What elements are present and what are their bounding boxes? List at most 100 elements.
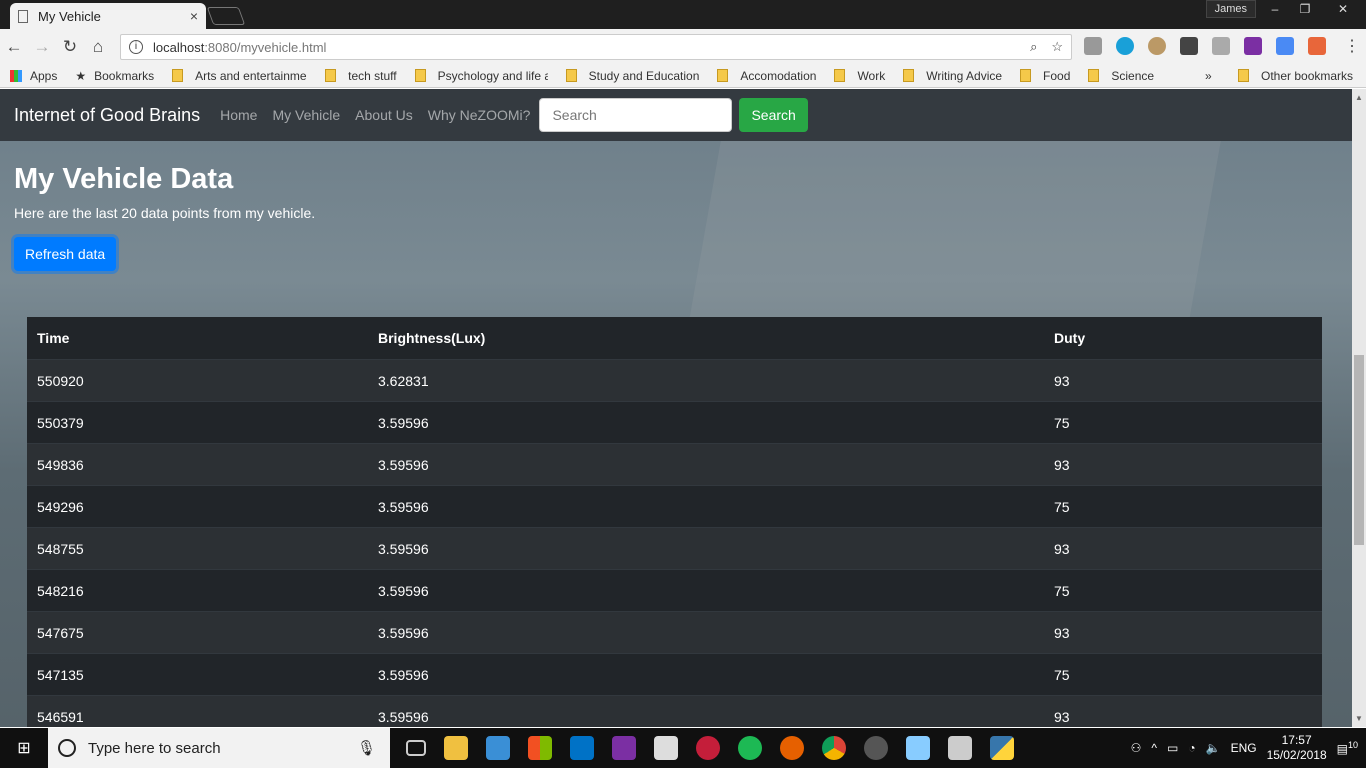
cell-time: 550379 — [37, 414, 84, 431]
reload-icon[interactable]: ↻ — [56, 37, 84, 57]
nav-about-us[interactable]: About Us — [355, 107, 413, 123]
navbar-brand[interactable]: Internet of Good Brains — [14, 105, 200, 126]
cell-brightness: 3.59596 — [378, 414, 429, 431]
bookmark-folder[interactable]: Psychology and life a — [414, 68, 548, 83]
cell-brightness: 3.59596 — [378, 708, 429, 725]
cell-duty: 93 — [1054, 372, 1070, 389]
bookmark-folder[interactable]: Food — [1020, 69, 1070, 83]
refresh-data-button[interactable]: Refresh data — [14, 237, 117, 271]
site-info-icon[interactable]: i — [129, 40, 143, 54]
folder-icon — [834, 69, 846, 82]
scrollbar-thumb[interactable] — [1354, 355, 1364, 545]
folder-icon — [565, 69, 577, 82]
new-tab-button[interactable] — [206, 7, 246, 25]
clock[interactable]: 17:57 15/02/2018 — [1267, 733, 1327, 763]
app-icon[interactable] — [654, 736, 678, 760]
home-icon[interactable]: ⌂ — [84, 37, 112, 57]
address-bar[interactable]: i localhost:8080/myvehicle.html ⌕ ☆ — [120, 34, 1072, 60]
extension-icon[interactable] — [1116, 37, 1134, 55]
back-icon[interactable]: ← — [0, 37, 28, 57]
translate-icon[interactable] — [1276, 37, 1294, 55]
nav-my-vehicle[interactable]: My Vehicle — [272, 107, 340, 123]
bookmark-folder[interactable]: Work — [834, 69, 885, 83]
forward-icon[interactable]: → — [28, 37, 56, 57]
cell-time: 546591 — [37, 708, 84, 725]
minimize-icon[interactable]: – — [1260, 0, 1290, 18]
notifications-icon[interactable]: ▤10 — [1337, 740, 1358, 756]
store-icon[interactable] — [528, 736, 552, 760]
scroll-down-icon[interactable]: ▼ — [1355, 714, 1363, 723]
tray-expand-icon[interactable]: ^ — [1151, 741, 1157, 755]
table-row: 548216 3.59596 75 — [27, 569, 1322, 611]
clock-time: 17:57 — [1281, 733, 1312, 747]
file-explorer-icon[interactable] — [444, 736, 468, 760]
onenote-icon[interactable] — [612, 736, 636, 760]
bookmark-bookmarks[interactable]: ★ Bookmarks — [75, 69, 154, 83]
task-view-icon[interactable] — [406, 740, 426, 756]
cell-duty: 93 — [1054, 456, 1070, 473]
volume-icon[interactable]: 🔈 — [1206, 741, 1221, 755]
page-title: My Vehicle Data — [14, 163, 234, 195]
nav-why-nezoomi[interactable]: Why NeZOOMi? — [428, 107, 531, 123]
menu-icon[interactable]: ⋮ — [1344, 36, 1360, 56]
extension-icon[interactable] — [1308, 37, 1326, 55]
taskbar-search[interactable]: Type here to search 🎙 — [48, 728, 390, 768]
onenote-icon[interactable] — [1244, 37, 1262, 55]
folder-icon — [1238, 69, 1249, 82]
media-player-icon[interactable] — [486, 736, 510, 760]
language-indicator[interactable]: ENG — [1231, 741, 1257, 755]
wifi-icon[interactable]: ◔ — [1188, 741, 1195, 755]
firefox-icon[interactable] — [780, 736, 804, 760]
app-icon[interactable] — [864, 736, 888, 760]
zoom-icon[interactable]: ⌕ — [1030, 39, 1037, 55]
bookmark-label: Work — [857, 68, 886, 83]
bookmark-label: Writing Advice — [926, 68, 1003, 83]
bookmark-label: Psychology and life a — [437, 68, 548, 83]
app-icon[interactable] — [906, 736, 930, 760]
app-icon[interactable] — [948, 736, 972, 760]
table-row: 547135 3.59596 75 — [27, 653, 1322, 695]
chrome-icon[interactable] — [822, 736, 846, 760]
restore-icon[interactable]: ❐ — [1290, 0, 1320, 18]
extension-icon[interactable] — [1180, 37, 1198, 55]
bookmark-folder[interactable]: Arts and entertainme — [172, 69, 307, 83]
app-icon[interactable] — [696, 736, 720, 760]
bookmark-folder[interactable]: tech stuff — [325, 68, 397, 83]
system-tray: ⚇ ^ ▭ ◔ 🔈 ENG 17:57 15/02/2018 ▤10 — [1131, 728, 1366, 768]
scroll-up-icon[interactable]: ▲ — [1355, 93, 1363, 102]
bookmark-label: Apps — [30, 68, 58, 83]
windows-start-icon[interactable]: ⊞ — [0, 738, 48, 758]
extension-icon[interactable] — [1084, 37, 1102, 55]
tab-my-vehicle[interactable]: My Vehicle × — [10, 3, 206, 29]
microphone-icon[interactable]: 🎙 — [357, 739, 376, 757]
more-bookmarks-icon[interactable]: » — [1205, 69, 1212, 83]
cell-duty: 75 — [1054, 666, 1070, 683]
folder-icon — [1020, 69, 1032, 82]
bookmark-folder[interactable]: Study and Education — [565, 69, 699, 83]
outlook-icon[interactable] — [570, 736, 594, 760]
search-input[interactable]: Search — [539, 98, 733, 132]
python-icon[interactable] — [990, 736, 1014, 760]
cell-duty: 93 — [1054, 624, 1070, 641]
page-scrollbar[interactable]: ▲ ▼ — [1352, 89, 1366, 727]
bookmark-label: tech stuff — [348, 68, 397, 83]
bookmark-folder[interactable]: Writing Advice — [903, 69, 1002, 83]
close-tab-icon[interactable]: × — [190, 8, 198, 24]
battery-icon[interactable]: ▭ — [1167, 741, 1178, 755]
close-window-icon[interactable]: ✕ — [1320, 0, 1366, 18]
bookmark-star-icon[interactable]: ☆ — [1051, 39, 1063, 55]
nav-home[interactable]: Home — [220, 107, 257, 123]
search-button[interactable]: Search — [739, 98, 808, 132]
bookmark-apps[interactable]: Apps — [10, 69, 57, 83]
extension-icon[interactable] — [1212, 37, 1230, 55]
vehicle-data-table: Time Brightness(Lux) Duty 550920 3.62831 9… — [27, 317, 1322, 727]
spotify-icon[interactable] — [738, 736, 762, 760]
bookmark-folder[interactable]: Accomodation — [717, 69, 816, 83]
extension-icon[interactable] — [1148, 37, 1166, 55]
other-bookmarks[interactable]: Other bookmarks — [1238, 69, 1353, 83]
people-icon[interactable]: ⚇ — [1131, 741, 1142, 755]
bookmark-folder[interactable]: Science — [1088, 69, 1154, 83]
profile-button[interactable]: James — [1205, 0, 1256, 18]
table-row: 546591 3.59596 93 — [27, 695, 1322, 727]
bookmark-label: Bookmarks — [94, 68, 155, 83]
